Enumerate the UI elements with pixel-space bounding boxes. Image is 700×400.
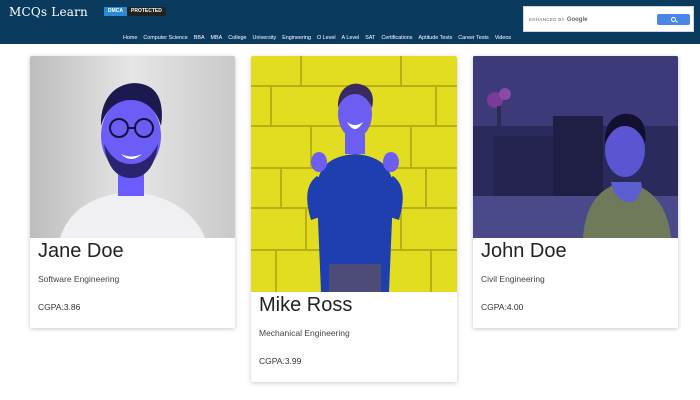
nav-item-mba[interactable]: MBA: [208, 35, 226, 41]
john-doe-photo: [473, 56, 678, 238]
student-cgpa: CGPA:4.00: [481, 302, 523, 312]
nav-item-aptitude-tests[interactable]: Aptitude Tests: [416, 35, 456, 41]
cgpa-label: CGPA:: [38, 302, 64, 312]
student-cgpa: CGPA:3.99: [259, 356, 301, 366]
nav-item-home[interactable]: Home: [120, 35, 140, 41]
site-logo[interactable]: MCQs Learn: [9, 5, 88, 19]
dmca-badge-right[interactable]: PROTECTED: [127, 7, 166, 16]
nav-item-college[interactable]: College: [225, 35, 249, 41]
search-google-brand: Google: [566, 16, 588, 23]
dmca-badge[interactable]: DMCA PROTECTED: [104, 7, 166, 16]
nav-item-videos[interactable]: Videos: [492, 35, 514, 41]
search-icon: [671, 17, 676, 22]
person-photo: [30, 56, 235, 238]
search-input[interactable]: ENHANCED BY Google: [529, 13, 661, 26]
cgpa-value: 4.00: [506, 302, 524, 312]
nav-item-o-level[interactable]: O Level: [314, 35, 339, 41]
nav-item-computer-science[interactable]: Computer Science: [140, 35, 190, 41]
dmca-badge-left[interactable]: DMCA: [104, 7, 127, 16]
cgpa-value: 3.99: [284, 356, 302, 366]
nav-item-bba[interactable]: BBA: [191, 35, 208, 41]
nav-item-university[interactable]: University: [250, 35, 280, 41]
student-department: Software Engineering: [38, 274, 120, 284]
nav-item-career-tests[interactable]: Career Tests: [455, 35, 491, 41]
nav-item-a-level[interactable]: A Level: [339, 35, 363, 41]
jane-doe-photo: [30, 56, 235, 238]
student-department: Mechanical Engineering: [259, 328, 350, 338]
nav-item-sat[interactable]: SAT: [362, 35, 378, 41]
student-cgpa: CGPA:3.86: [38, 302, 80, 312]
person-photo: [251, 56, 457, 292]
student-name: John Doe: [481, 240, 567, 262]
cgpa-value: 3.86: [63, 302, 81, 312]
student-department: Civil Engineering: [481, 274, 545, 284]
student-card: Jane Doe Software Engineering CGPA:3.86: [30, 56, 235, 328]
cgpa-label: CGPA:: [259, 356, 285, 366]
student-card: John Doe Civil Engineering CGPA:4.00: [473, 56, 678, 328]
mike-ross-photo: [251, 56, 457, 292]
search-button[interactable]: [657, 14, 690, 25]
nav-item-engineering[interactable]: Engineering: [279, 35, 314, 41]
student-name: Jane Doe: [38, 240, 124, 262]
logo-text[interactable]: MCQs Learn: [9, 5, 88, 19]
person-photo: [473, 56, 678, 238]
student-name: Mike Ross: [259, 294, 353, 316]
main-nav: Home Computer Science BBA MBA College Un…: [120, 33, 514, 43]
search-enhanced-by-label: ENHANCED BY: [529, 17, 565, 22]
cgpa-label: CGPA:: [481, 302, 507, 312]
search-box: ENHANCED BY Google: [523, 6, 694, 32]
site-header: MCQs Learn DMCA PROTECTED ENHANCED BY Go…: [0, 0, 700, 44]
student-card: Mike Ross Mechanical Engineering CGPA:3.…: [251, 56, 457, 382]
nav-item-certifications[interactable]: Certifications: [378, 35, 415, 41]
